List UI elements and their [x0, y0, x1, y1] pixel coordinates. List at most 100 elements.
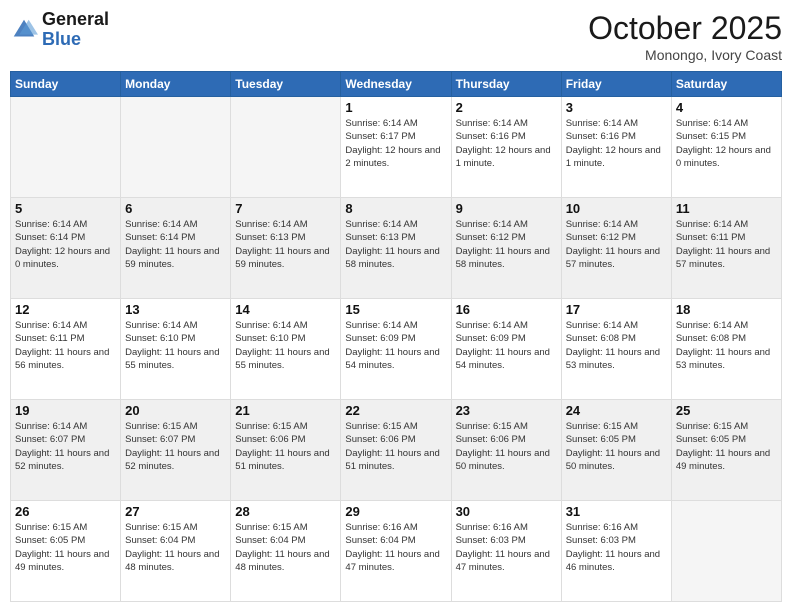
day-info: Sunrise: 6:15 AM Sunset: 6:06 PM Dayligh…	[345, 420, 446, 473]
calendar-cell: 19 Sunrise: 6:14 AM Sunset: 6:07 PM Dayli…	[11, 400, 121, 501]
calendar-cell: 30Sunrise: 6:16 AM Sunset: 6:03 PM Dayli…	[451, 501, 561, 602]
day-number: 4	[676, 100, 777, 115]
calendar-header-monday: Monday	[121, 72, 231, 97]
calendar-cell: 5Sunrise: 6:14 AM Sunset: 6:14 PM Daylig…	[11, 198, 121, 299]
day-info: Sunrise: 6:14 AM Sunset: 6:13 PM Dayligh…	[345, 218, 446, 271]
day-number: 14	[235, 302, 336, 317]
calendar-cell: 17 Sunrise: 6:14 AM Sunset: 6:08 PM Dayli…	[561, 299, 671, 400]
calendar-cell: 2 Sunrise: 6:14 AM Sunset: 6:16 PM Daylig…	[451, 97, 561, 198]
header: General Blue October 2025 Monongo, Ivory…	[10, 10, 782, 63]
day-info: Sunrise: 6:15 AM Sunset: 6:04 PM Dayligh…	[125, 521, 226, 574]
calendar-week-1: 1 Sunrise: 6:14 AM Sunset: 6:17 PM Daylig…	[11, 97, 782, 198]
calendar-cell	[11, 97, 121, 198]
day-info: Sunrise: 6:16 AM Sunset: 6:03 PM Dayligh…	[456, 521, 557, 574]
calendar-cell: 24 Sunrise: 6:15 AM Sunset: 6:05 PM Dayli…	[561, 400, 671, 501]
day-number: 7	[235, 201, 336, 216]
calendar-cell: 11 Sunrise: 6:14 AM Sunset: 6:11 PM Dayli…	[671, 198, 781, 299]
day-number: 16	[456, 302, 557, 317]
day-info: Sunrise: 6:16 AM Sunset: 6:04 PM Dayligh…	[345, 521, 446, 574]
calendar-cell: 8 Sunrise: 6:14 AM Sunset: 6:13 PM Daylig…	[341, 198, 451, 299]
day-info: Sunrise: 6:14 AM Sunset: 6:16 PM Dayligh…	[456, 117, 557, 170]
day-info: Sunrise: 6:14 AM Sunset: 6:13 PM Dayligh…	[235, 218, 336, 271]
day-info: Sunrise: 6:14 AM Sunset: 6:08 PM Dayligh…	[676, 319, 777, 372]
calendar-header-sunday: Sunday	[11, 72, 121, 97]
day-number: 27	[125, 504, 226, 519]
calendar-cell	[231, 97, 341, 198]
calendar-cell: 14 Sunrise: 6:14 AM Sunset: 6:10 PM Dayli…	[231, 299, 341, 400]
calendar-header-row: SundayMondayTuesdayWednesdayThursdayFrid…	[11, 72, 782, 97]
calendar-cell: 28Sunrise: 6:15 AM Sunset: 6:04 PM Dayli…	[231, 501, 341, 602]
calendar-week-3: 12 Sunrise: 6:14 AM Sunset: 6:11 PM Dayli…	[11, 299, 782, 400]
day-number: 25	[676, 403, 777, 418]
calendar-cell: 27 Sunrise: 6:15 AM Sunset: 6:04 PM Dayli…	[121, 501, 231, 602]
day-number: 15	[345, 302, 446, 317]
calendar-cell: 16Sunrise: 6:14 AM Sunset: 6:09 PM Dayli…	[451, 299, 561, 400]
calendar-cell: 25 Sunrise: 6:15 AM Sunset: 6:05 PM Dayli…	[671, 400, 781, 501]
day-info: Sunrise: 6:14 AM Sunset: 6:12 PM Dayligh…	[566, 218, 667, 271]
month-title: October 2025	[588, 10, 782, 47]
calendar-week-5: 26Sunrise: 6:15 AM Sunset: 6:05 PM Dayli…	[11, 501, 782, 602]
day-number: 24	[566, 403, 667, 418]
day-number: 1	[345, 100, 446, 115]
title-block: October 2025 Monongo, Ivory Coast	[588, 10, 782, 63]
calendar-cell: 1 Sunrise: 6:14 AM Sunset: 6:17 PM Daylig…	[341, 97, 451, 198]
calendar-cell: 4 Sunrise: 6:14 AM Sunset: 6:15 PM Daylig…	[671, 97, 781, 198]
calendar-cell: 26Sunrise: 6:15 AM Sunset: 6:05 PM Dayli…	[11, 501, 121, 602]
day-info: Sunrise: 6:14 AM Sunset: 6:09 PM Dayligh…	[345, 319, 446, 372]
page: General Blue October 2025 Monongo, Ivory…	[0, 0, 792, 612]
day-info: Sunrise: 6:14 AM Sunset: 6:14 PM Dayligh…	[125, 218, 226, 271]
day-info: Sunrise: 6:15 AM Sunset: 6:05 PM Dayligh…	[676, 420, 777, 473]
day-number: 21	[235, 403, 336, 418]
calendar-cell	[671, 501, 781, 602]
day-info: Sunrise: 6:15 AM Sunset: 6:07 PM Dayligh…	[125, 420, 226, 473]
day-number: 19	[15, 403, 116, 418]
calendar-cell: 21 Sunrise: 6:15 AM Sunset: 6:06 PM Dayli…	[231, 400, 341, 501]
day-info: Sunrise: 6:14 AM Sunset: 6:07 PM Dayligh…	[15, 420, 116, 473]
calendar-week-4: 19 Sunrise: 6:14 AM Sunset: 6:07 PM Dayli…	[11, 400, 782, 501]
day-number: 17	[566, 302, 667, 317]
calendar-cell	[121, 97, 231, 198]
day-number: 8	[345, 201, 446, 216]
day-info: Sunrise: 6:14 AM Sunset: 6:11 PM Dayligh…	[676, 218, 777, 271]
logo-text: General Blue	[42, 10, 109, 50]
day-number: 6	[125, 201, 226, 216]
day-number: 11	[676, 201, 777, 216]
day-info: Sunrise: 6:16 AM Sunset: 6:03 PM Dayligh…	[566, 521, 667, 574]
day-number: 5	[15, 201, 116, 216]
calendar-header-tuesday: Tuesday	[231, 72, 341, 97]
day-number: 26	[15, 504, 116, 519]
day-info: Sunrise: 6:15 AM Sunset: 6:06 PM Dayligh…	[456, 420, 557, 473]
day-info: Sunrise: 6:14 AM Sunset: 6:12 PM Dayligh…	[456, 218, 557, 271]
calendar-header-wednesday: Wednesday	[341, 72, 451, 97]
day-number: 13	[125, 302, 226, 317]
day-info: Sunrise: 6:14 AM Sunset: 6:16 PM Dayligh…	[566, 117, 667, 170]
day-number: 22	[345, 403, 446, 418]
day-number: 23	[456, 403, 557, 418]
day-info: Sunrise: 6:14 AM Sunset: 6:15 PM Dayligh…	[676, 117, 777, 170]
day-info: Sunrise: 6:14 AM Sunset: 6:10 PM Dayligh…	[125, 319, 226, 372]
day-number: 12	[15, 302, 116, 317]
calendar-cell: 6 Sunrise: 6:14 AM Sunset: 6:14 PM Daylig…	[121, 198, 231, 299]
calendar-header-thursday: Thursday	[451, 72, 561, 97]
day-number: 9	[456, 201, 557, 216]
day-info: Sunrise: 6:14 AM Sunset: 6:10 PM Dayligh…	[235, 319, 336, 372]
calendar-cell: 15 Sunrise: 6:14 AM Sunset: 6:09 PM Dayli…	[341, 299, 451, 400]
day-info: Sunrise: 6:14 AM Sunset: 6:11 PM Dayligh…	[15, 319, 116, 372]
day-info: Sunrise: 6:15 AM Sunset: 6:05 PM Dayligh…	[566, 420, 667, 473]
logo-line2: Blue	[42, 30, 109, 50]
day-number: 31	[566, 504, 667, 519]
calendar-header-saturday: Saturday	[671, 72, 781, 97]
day-info: Sunrise: 6:15 AM Sunset: 6:06 PM Dayligh…	[235, 420, 336, 473]
calendar-cell: 7 Sunrise: 6:14 AM Sunset: 6:13 PM Daylig…	[231, 198, 341, 299]
day-info: Sunrise: 6:14 AM Sunset: 6:17 PM Dayligh…	[345, 117, 446, 170]
logo: General Blue	[10, 10, 109, 50]
calendar-cell: 18Sunrise: 6:14 AM Sunset: 6:08 PM Dayli…	[671, 299, 781, 400]
calendar-cell: 13 Sunrise: 6:14 AM Sunset: 6:10 PM Dayli…	[121, 299, 231, 400]
calendar-week-2: 5 Sunrise: 6:14 AM Sunset: 6:14 PM Daylig…	[11, 198, 782, 299]
day-info: Sunrise: 6:14 AM Sunset: 6:08 PM Dayligh…	[566, 319, 667, 372]
calendar-cell: 9 Sunrise: 6:14 AM Sunset: 6:12 PM Daylig…	[451, 198, 561, 299]
calendar-header-friday: Friday	[561, 72, 671, 97]
day-number: 2	[456, 100, 557, 115]
day-number: 28	[235, 504, 336, 519]
calendar-cell: 31 Sunrise: 6:16 AM Sunset: 6:03 PM Dayli…	[561, 501, 671, 602]
